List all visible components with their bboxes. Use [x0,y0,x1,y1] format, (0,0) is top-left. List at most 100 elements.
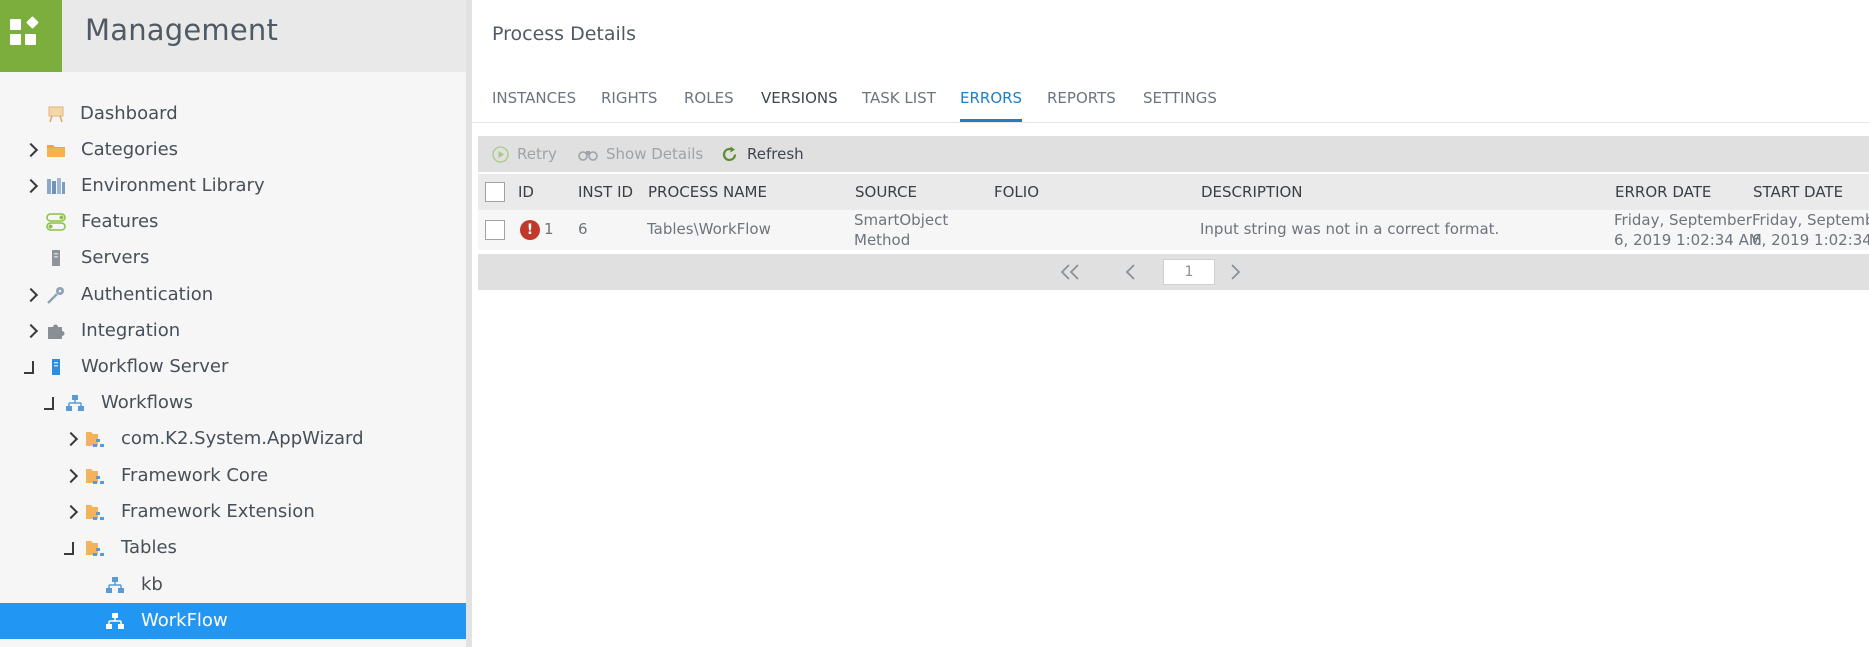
sidebar-item-dashboard[interactable]: Dashboard [0,96,466,132]
grid-toolbar: Retry Show Details Refresh [478,136,1869,172]
column-header-source[interactable]: SOURCE [855,174,917,210]
tab-settings[interactable]: SETTINGS [1143,86,1217,122]
chevron-right-icon[interactable] [23,277,40,313]
sidebar-item-label: Servers [81,247,150,268]
collapse-icon[interactable] [62,530,78,566]
sidebar-item-framework-extension[interactable]: Framework Extension [0,494,466,530]
sidebar-item-label: Framework Extension [121,501,315,522]
grid-header: ID INST ID PROCESS NAME SOURCE FOLIO DES… [478,174,1869,210]
next-page-icon[interactable] [1228,264,1242,280]
page-title: Process Details [492,23,636,45]
folder-workflow-icon [86,505,104,520]
sidebar: Management Dashboard Categories Environm… [0,0,472,647]
cell-error-date: Friday, September 6, 2019 1:02:34 AM [1614,210,1762,250]
sidebar-item-integration[interactable]: Integration [0,313,466,349]
sidebar-item-workflows[interactable]: Workflows [0,385,466,421]
refresh-label: Refresh [747,145,804,163]
tab-errors[interactable]: ERRORS [960,86,1023,122]
folder-workflow-icon [86,469,104,484]
chevron-right-icon[interactable] [23,132,40,168]
previous-page-icon[interactable] [1124,264,1138,280]
sidebar-item-tables[interactable]: Tables [0,530,466,566]
sidebar-item-label: Tables [121,537,177,558]
app-title: Management [85,13,279,47]
sidebar-item-servers[interactable]: Servers [0,240,466,276]
server-blue-icon [52,359,60,375]
collapse-icon[interactable] [42,385,58,421]
server-icon [52,250,60,266]
sidebar-item-environment-library[interactable]: Environment Library [0,168,466,204]
easel-icon [48,106,64,123]
tab-roles[interactable]: ROLES [684,86,734,122]
sidebar-item-workflow-server[interactable]: Workflow Server [0,349,466,385]
tab-versions[interactable]: VERSIONS [761,86,838,122]
tab-instances[interactable]: INSTANCES [492,86,576,122]
library-icon [47,178,65,194]
sidebar-item-label: Framework Core [121,465,269,486]
workflow-icon [106,577,124,593]
sidebar-item-label: com.K2.System.AppWizard [121,428,364,449]
sidebar-item-label: Dashboard [80,103,178,124]
first-page-icon[interactable] [1058,264,1082,280]
column-header-description[interactable]: DESCRIPTION [1201,174,1303,210]
table-row[interactable]: ! 1 6 Tables\WorkFlow SmartObject Method… [478,210,1869,250]
errors-grid: Retry Show Details Refresh ID INST ID PR… [478,136,1869,292]
sidebar-item-label: Authentication [81,284,214,305]
chevron-right-icon[interactable] [63,458,80,494]
workflow-icon [106,613,124,629]
cell-error-date-line: Friday, September [1614,211,1752,229]
cell-start-date: Friday, September 6, 2019 1:02:34 AM [1752,210,1869,250]
error-icon: ! [520,220,540,240]
cell-inst-id: 6 [578,220,588,238]
tab-task-list[interactable]: TASK LIST [862,86,936,122]
column-header-start-date[interactable]: START DATE [1753,174,1843,210]
sidebar-item-appwizard[interactable]: com.K2.System.AppWizard [0,421,466,457]
grid-pager: 1 [478,254,1869,290]
cell-start-date-line: Friday, September [1752,211,1869,229]
app-logo-icon[interactable] [0,0,62,72]
cell-source-line: Method [854,231,911,249]
cell-description: Input string was not in a correct format… [1200,220,1500,238]
page-number-input[interactable]: 1 [1163,259,1215,285]
main-panel: Process Details INSTANCES RIGHTS ROLES V… [472,0,1869,647]
tab-divider [472,122,1869,123]
refresh-icon [722,146,737,162]
column-header-process-name[interactable]: PROCESS NAME [648,174,767,210]
folder-icon [47,145,65,157]
sidebar-item-kb[interactable]: kb [0,567,466,603]
cell-id: 1 [544,220,554,238]
row-checkbox[interactable] [485,220,505,240]
workflow-icon [66,395,84,411]
sidebar-item-label: kb [141,574,163,595]
column-header-inst-id[interactable]: INST ID [578,174,633,210]
retry-label: Retry [517,145,557,163]
sidebar-item-authentication[interactable]: Authentication [0,277,466,313]
collapse-icon[interactable] [22,349,38,385]
puzzle-icon [48,324,65,339]
sidebar-item-features[interactable]: Features [0,204,466,240]
cell-start-date-line: 6, 2019 1:02:34 AM [1752,231,1869,249]
folder-workflow-icon [86,432,104,447]
select-all-checkbox[interactable] [485,182,505,202]
sidebar-item-workflow[interactable]: WorkFlow [0,603,466,639]
tab-reports[interactable]: REPORTS [1047,86,1116,122]
chevron-right-icon[interactable] [63,494,80,530]
cell-source-line: SmartObject [854,211,949,229]
show-details-label: Show Details [606,145,704,163]
binoculars-icon [578,151,598,161]
cell-error-date-line: 6, 2019 1:02:34 AM [1614,231,1762,249]
tab-rights[interactable]: RIGHTS [601,86,657,122]
chevron-right-icon[interactable] [63,421,80,457]
sidebar-item-categories[interactable]: Categories [0,132,466,168]
sidebar-item-label: Categories [81,139,179,160]
chevron-right-icon[interactable] [23,313,40,349]
toggles-icon [46,213,66,231]
sidebar-item-framework-core[interactable]: Framework Core [0,458,466,494]
folder-workflow-icon [86,541,104,556]
column-header-folio[interactable]: FOLIO [994,174,1039,210]
chevron-right-icon[interactable] [23,168,40,204]
sidebar-header: Management [0,0,466,72]
sidebar-item-label: Features [81,211,159,232]
column-header-id[interactable]: ID [518,174,534,210]
column-header-error-date[interactable]: ERROR DATE [1615,174,1711,210]
